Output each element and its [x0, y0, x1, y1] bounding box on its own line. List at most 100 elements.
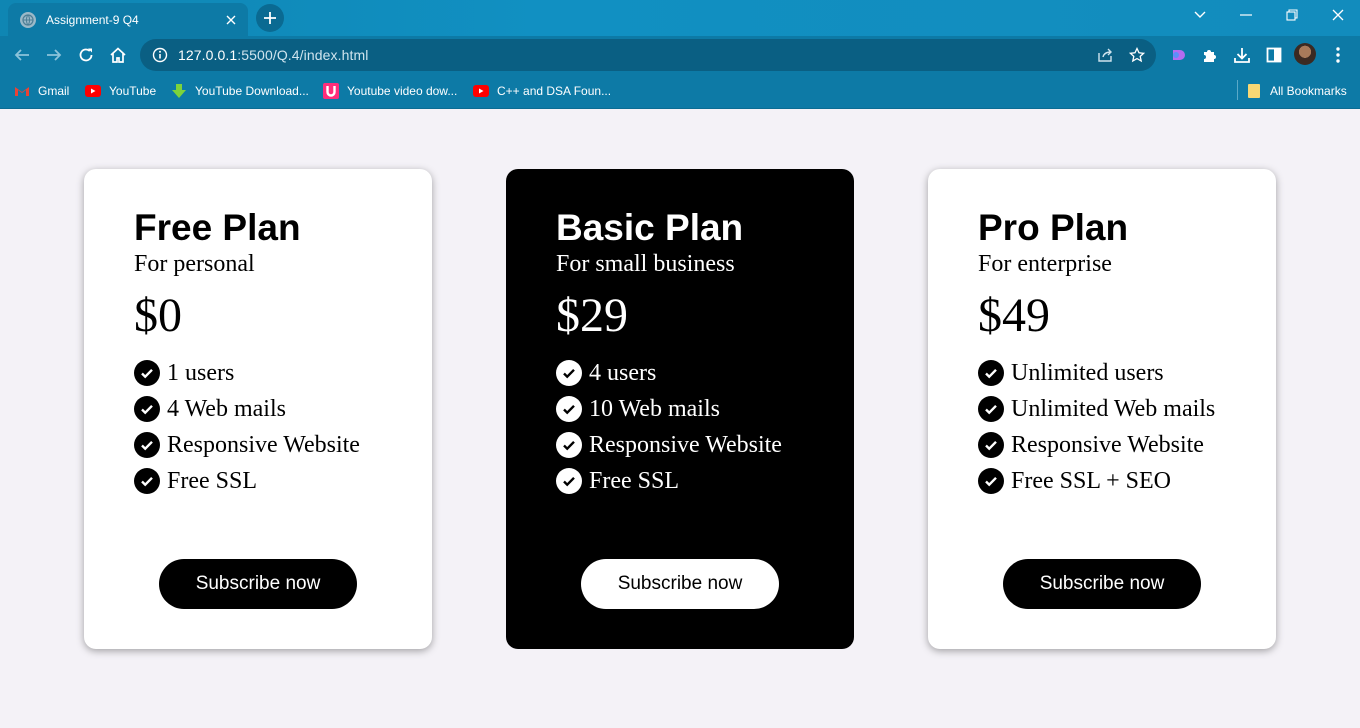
feature-list: Unlimited users Unlimited Web mails Resp… [978, 355, 1276, 499]
feature-item: Responsive Website [556, 427, 854, 463]
extensions-puzzle-icon[interactable] [1196, 41, 1224, 69]
check-circle-icon [978, 396, 1004, 422]
download-arrow-icon [171, 84, 187, 98]
extension-gradient-icon[interactable] [1164, 41, 1192, 69]
feature-text: 10 Web mails [589, 395, 720, 422]
check-circle-icon [134, 396, 160, 422]
tab-strip: Assignment-9 Q4 [0, 0, 1360, 36]
feature-text: 1 users [167, 359, 235, 386]
check-circle-icon [556, 432, 582, 458]
gmail-icon [14, 84, 30, 98]
check-circle-icon [556, 360, 582, 386]
bookmark-youtube-download[interactable]: YouTube Download... [171, 82, 309, 100]
side-panel-icon[interactable] [1260, 41, 1288, 69]
tab-title: Assignment-9 Q4 [46, 12, 139, 27]
bookmarks-divider [1237, 80, 1238, 100]
feature-item: Free SSL + SEO [978, 463, 1276, 499]
check-circle-icon [134, 432, 160, 458]
feature-item: Responsive Website [978, 427, 1276, 463]
check-circle-icon [978, 468, 1004, 494]
feature-text: Unlimited users [1011, 359, 1164, 386]
feature-text: Free SSL [167, 467, 257, 494]
u-logo-icon [323, 83, 339, 99]
url-text: 127.0.0.1:5500/Q.4/index.html [178, 47, 368, 63]
check-circle-icon [556, 396, 582, 422]
subscribe-button[interactable]: Subscribe now [581, 559, 779, 609]
plan-price: $49 [978, 289, 1050, 342]
reload-icon[interactable] [72, 41, 100, 69]
home-icon[interactable] [104, 41, 132, 69]
menu-kebab-icon[interactable] [1324, 41, 1352, 69]
minimize-icon[interactable] [1224, 0, 1268, 30]
subscribe-button[interactable]: Subscribe now [159, 559, 357, 609]
bookmark-cpp-dsa[interactable]: C++ and DSA Foun... [473, 82, 611, 100]
feature-list: 4 users 10 Web mails Responsive Website … [556, 355, 854, 499]
plan-card-free: Free Plan For personal $0 1 users 4 Web … [84, 169, 432, 649]
feature-list: 1 users 4 Web mails Responsive Website F… [134, 355, 432, 499]
share-icon[interactable] [1091, 41, 1119, 69]
restore-icon[interactable] [1270, 0, 1314, 30]
bookmark-youtube[interactable]: YouTube [85, 82, 156, 100]
feature-text: 4 users [589, 359, 657, 386]
feature-item: Unlimited users [978, 355, 1276, 391]
browser-toolbar: 127.0.0.1:5500/Q.4/index.html [0, 36, 1360, 74]
feature-text: 4 Web mails [167, 395, 286, 422]
plan-subtitle: For small business [556, 251, 735, 277]
feature-item: Unlimited Web mails [978, 391, 1276, 427]
back-icon[interactable] [8, 41, 36, 69]
feature-item: Free SSL [556, 463, 854, 499]
new-tab-button[interactable] [256, 4, 284, 32]
plan-card-pro: Pro Plan For enterprise $49 Unlimited us… [928, 169, 1276, 649]
bookmarks-bar: Gmail YouTube YouTube Download... Youtub… [0, 74, 1360, 109]
feature-text: Free SSL + SEO [1011, 467, 1171, 494]
bookmark-label: Gmail [38, 84, 70, 98]
plan-name: Free Plan [134, 207, 301, 248]
bookmark-label: YouTube Download... [195, 84, 309, 98]
feature-text: Unlimited Web mails [1011, 395, 1216, 422]
plan-price: $29 [556, 289, 628, 342]
close-window-icon[interactable] [1316, 0, 1360, 30]
site-info-icon[interactable] [150, 45, 170, 65]
bookmark-label: YouTube [109, 84, 157, 98]
feature-item: 4 Web mails [134, 391, 432, 427]
feature-item: 1 users [134, 355, 432, 391]
plan-subtitle: For personal [134, 251, 255, 277]
feature-text: Free SSL [589, 467, 679, 494]
page-content: Free Plan For personal $0 1 users 4 Web … [0, 109, 1360, 728]
feature-text: Responsive Website [589, 431, 782, 458]
feature-item: Free SSL [134, 463, 432, 499]
feature-item: 4 users [556, 355, 854, 391]
bookmark-youtube-video-dow[interactable]: Youtube video dow... [323, 82, 457, 100]
check-circle-icon [134, 360, 160, 386]
feature-text: Responsive Website [167, 431, 360, 458]
bookmark-gmail[interactable]: Gmail [14, 82, 69, 100]
plan-name: Pro Plan [978, 207, 1129, 248]
browser-chrome: Assignment-9 Q4 127.0.0.1:5500/Q.4/index… [0, 0, 1360, 109]
bookmark-label: Youtube video dow... [347, 84, 458, 98]
feature-item: Responsive Website [134, 427, 432, 463]
bookmark-label: C++ and DSA Foun... [497, 84, 612, 98]
plan-subtitle: For enterprise [978, 251, 1112, 277]
all-bookmarks[interactable]: All Bookmarks [1246, 82, 1347, 100]
bookmark-star-icon[interactable] [1123, 41, 1151, 69]
globe-icon [20, 11, 36, 28]
folder-icon [1246, 84, 1262, 98]
download-icon[interactable] [1228, 41, 1256, 69]
browser-tab[interactable]: Assignment-9 Q4 [8, 3, 248, 36]
all-bookmarks-label: All Bookmarks [1270, 84, 1347, 98]
youtube-icon [473, 84, 489, 98]
plan-name: Basic Plan [556, 207, 744, 248]
subscribe-button[interactable]: Subscribe now [1003, 559, 1201, 609]
check-circle-icon [556, 468, 582, 494]
youtube-icon [85, 84, 101, 98]
address-bar[interactable]: 127.0.0.1:5500/Q.4/index.html [140, 39, 1156, 71]
tab-search-icon[interactable] [1178, 0, 1222, 30]
check-circle-icon [978, 432, 1004, 458]
close-tab-icon[interactable] [222, 11, 240, 29]
check-circle-icon [978, 360, 1004, 386]
forward-icon[interactable] [40, 41, 68, 69]
plan-card-basic: Basic Plan For small business $29 4 user… [506, 169, 854, 649]
profile-avatar[interactable] [1294, 43, 1316, 65]
feature-item: 10 Web mails [556, 391, 854, 427]
url-host: 127.0.0.1 [178, 47, 238, 63]
